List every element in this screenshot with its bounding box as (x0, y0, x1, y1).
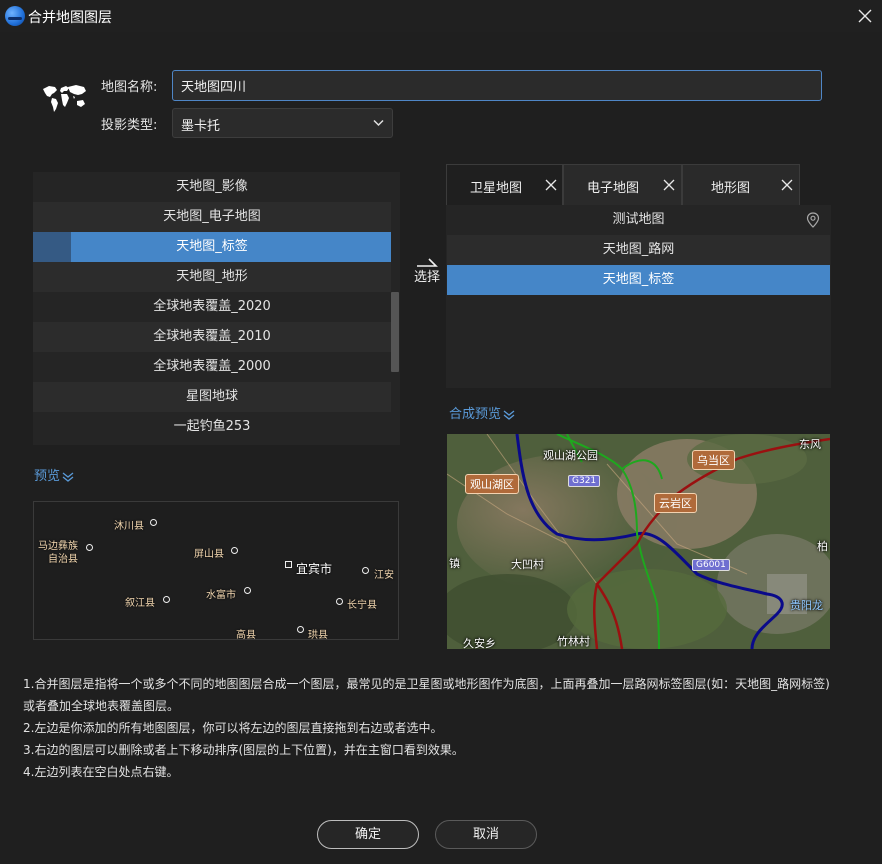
city-marker-icon (285, 561, 292, 568)
projection-selected-value: 墨卡托 (181, 119, 221, 134)
note-line: 或者叠加全球地表覆盖图层。 (23, 699, 180, 713)
map-label: 大凹村 (511, 558, 544, 571)
close-icon[interactable] (663, 179, 675, 191)
list-item[interactable]: 全球地表覆盖_2010 (33, 322, 391, 352)
cancel-button[interactable]: 取消 (435, 820, 537, 849)
map-label: 观山湖公园 (543, 449, 598, 462)
note-line: 3.右边的图层可以删除或者上下移动排序(图层的上下位置)，并在主窗口看到效果。 (23, 743, 464, 757)
app-logo-icon (5, 6, 25, 26)
location-pin-icon[interactable] (806, 212, 820, 228)
place-marker-icon (150, 519, 157, 526)
district-label: 观山湖区 (465, 474, 519, 494)
close-button[interactable] (852, 3, 878, 29)
place-label: 叙江县 (125, 598, 155, 609)
note-line: 1.合并图层是指将一个或多个不同的地图图层合成一个图层，最常见的是卫星图或地形图… (23, 677, 830, 691)
chevron-down-icon (373, 119, 384, 127)
close-icon[interactable] (781, 179, 793, 191)
merged-map-preview[interactable]: 观山湖公园 乌当区 东风 观山湖区 G321 云岩区 镇 大凹村 G6001 柏… (447, 434, 830, 649)
merged-layers-list[interactable]: 测试地图 天地图_路网 天地图_标签 (446, 205, 831, 388)
projection-select[interactable]: 墨卡托 (172, 108, 393, 138)
available-layers-list[interactable]: 天地图_影像 天地图_电子地图 天地图_标签 天地图_地形 全球地表覆盖_202… (33, 172, 400, 445)
list-item[interactable]: 星图地球 (33, 382, 391, 412)
close-icon (858, 9, 872, 23)
place-marker-icon (244, 587, 251, 594)
map-label: 竹林村 (557, 635, 590, 648)
road-shield: G321 (568, 475, 601, 487)
place-marker-icon (86, 544, 93, 551)
note-line: 4.左边列表在空白处点右键。 (23, 765, 179, 779)
map-name-label: 地图名称: (101, 80, 158, 95)
double-chevron-down-icon (62, 471, 74, 482)
preview-toggle[interactable]: 预览 (34, 465, 74, 484)
tab-satellite[interactable]: 卫星地图 (446, 164, 563, 205)
place-label: 水富市 (206, 590, 236, 601)
list-item[interactable]: 测试地图 (447, 205, 830, 235)
place-label: 沐川县 (114, 521, 144, 532)
tab-label: 电子地图 (587, 181, 640, 196)
map-name-input[interactable] (172, 70, 822, 101)
tab-label: 地形图 (711, 181, 751, 196)
close-icon[interactable] (545, 179, 557, 191)
map-label: 东风 (799, 438, 821, 451)
window-title: 合并地图图层 (28, 10, 112, 26)
tab-label: 卫星地图 (470, 181, 523, 196)
district-label: 乌当区 (692, 450, 735, 470)
place-label: 自治县 (48, 554, 78, 565)
list-item[interactable]: 天地图_电子地图 (33, 202, 391, 232)
tab-electronic-map[interactable]: 电子地图 (563, 164, 682, 205)
tab-terrain[interactable]: 地形图 (682, 164, 800, 205)
select-label[interactable]: 选择 (414, 266, 440, 285)
list-item[interactable]: 天地图_路网 (447, 235, 830, 265)
double-chevron-down-icon (503, 409, 515, 420)
place-marker-icon (163, 596, 170, 603)
list-item-selected[interactable]: 天地图_标签 (33, 232, 391, 262)
place-marker-icon (297, 626, 304, 633)
projection-label: 投影类型: (101, 118, 158, 133)
place-marker-icon (231, 547, 238, 554)
world-map-icon (43, 85, 86, 112)
place-label: 宜宾市 (296, 562, 333, 576)
ok-button[interactable]: 确定 (317, 820, 419, 849)
place-marker-icon (336, 598, 343, 605)
list-item-selected[interactable]: 天地图_标签 (447, 265, 830, 295)
place-label: 江安 (374, 570, 394, 581)
road-shield: G6001 (692, 559, 730, 571)
satellite-imagery (447, 434, 830, 649)
merged-preview-toggle[interactable]: 合成预览 (449, 403, 515, 422)
note-line: 2.左边是你添加的所有地图图层，你可以将左边的图层直接拖到右边或者选中。 (23, 721, 443, 735)
list-item[interactable]: 天地图_地形 (33, 262, 391, 292)
label-layer-preview[interactable]: 沐川县 马边彝族 自治县 屏山县 宜宾市 江安 叙江县 水富市 长宁县 高县 珙… (33, 501, 399, 640)
place-label: 高县 (236, 630, 256, 640)
map-label: 久安乡 (463, 637, 496, 649)
list-item[interactable]: 天地图_影像 (33, 172, 391, 202)
map-label: 镇 (449, 557, 460, 570)
map-label: 柏 (817, 540, 828, 553)
list-item[interactable]: 全球地表覆盖_2000 (33, 352, 391, 382)
place-label: 珙县 (308, 630, 328, 640)
airport-label: 贵阳龙 (790, 599, 823, 612)
district-label: 云岩区 (654, 493, 697, 513)
place-marker-icon (362, 567, 369, 574)
place-label: 长宁县 (347, 600, 377, 611)
place-label: 屏山县 (194, 549, 224, 560)
instructions: 1.合并图层是指将一个或多个不同的地图图层合成一个图层，最常见的是卫星图或地形图… (23, 673, 863, 783)
list-item[interactable]: 全球地表覆盖_2020 (33, 292, 391, 322)
list-scrollbar[interactable] (391, 292, 399, 372)
title-bar: 合并地图图层 (0, 0, 882, 32)
list-item[interactable]: 一起钓鱼253 (33, 412, 391, 442)
